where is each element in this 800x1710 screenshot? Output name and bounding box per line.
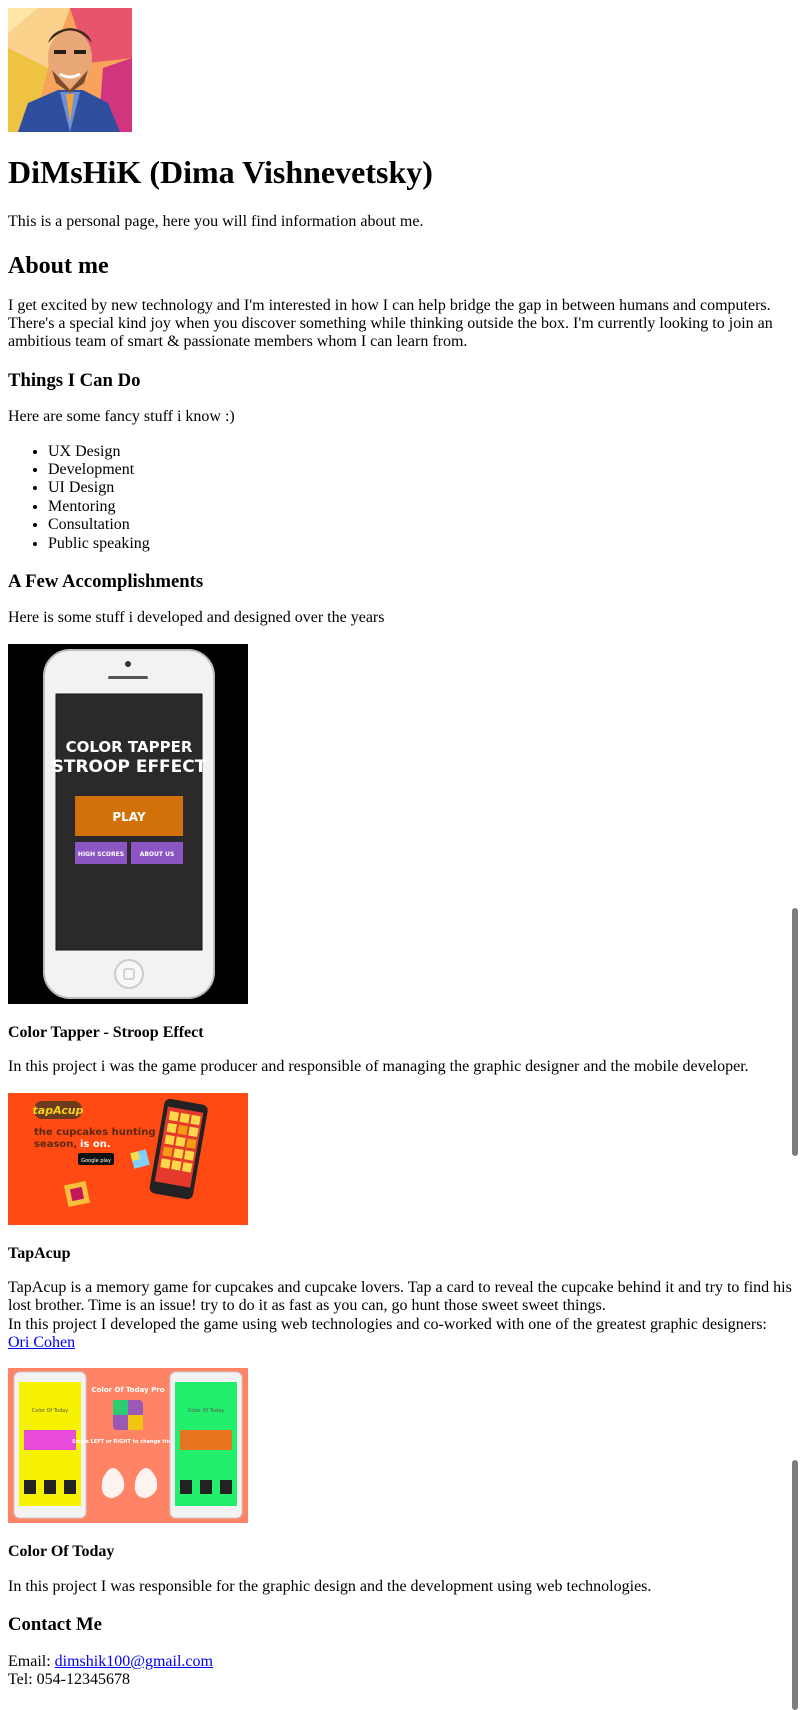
tapacup-logo: tapAcup bbox=[33, 1104, 84, 1117]
profile-avatar bbox=[8, 8, 132, 132]
tapper-highscores-label: HIGH SCORES bbox=[78, 851, 124, 858]
tapper-about-label: ABOUT US bbox=[140, 851, 175, 858]
project-description: In this project i was the game producer … bbox=[8, 1058, 749, 1076]
color-of-today-image: Color Of Today Color Of Today Pro Swipe … bbox=[8, 1368, 248, 1524]
contact-heading: Contact Me bbox=[8, 1614, 102, 1636]
ori-cohen-link[interactable]: Ori Cohen bbox=[8, 1334, 75, 1351]
color-of-today-title: Color Of Today Pro bbox=[91, 1386, 164, 1394]
project-title: TapAcup bbox=[8, 1244, 71, 1262]
tapper-title-line2: STROOP EFFECT bbox=[52, 757, 207, 777]
phone-number: Tel: 054-12345678 bbox=[8, 1671, 130, 1689]
email-link[interactable]: dimshik100@gmail.com bbox=[55, 1653, 213, 1670]
project-title: Color Of Today bbox=[8, 1543, 115, 1561]
phone-label-right: Color Of Today bbox=[188, 1408, 224, 1414]
intro-text: This is a personal page, here you will f… bbox=[8, 213, 424, 231]
tapper-title-line1: COLOR TAPPER bbox=[66, 738, 193, 756]
list-item: Mentoring bbox=[48, 498, 792, 516]
list-item: Public speaking bbox=[48, 535, 792, 553]
google-play-badge: Google play bbox=[81, 1158, 111, 1164]
page: DiMsHiK (Dima Vishnevetsky) This is a pe… bbox=[8, 8, 792, 1689]
page-title: DiMsHiK (Dima Vishnevetsky) bbox=[8, 154, 433, 190]
list-item: UI Design bbox=[48, 479, 792, 497]
about-heading: About me bbox=[8, 252, 109, 279]
project-title: Color Tapper - Stroop Effect bbox=[8, 1023, 204, 1041]
accomplishments-intro: Here is some stuff i developed and desig… bbox=[8, 609, 385, 627]
project-description: TapAcup is a memory game for cupcakes an… bbox=[8, 1279, 792, 1353]
tapacup-image: tapAcup the cupcakes hunting season, is … bbox=[8, 1092, 248, 1225]
list-item: UX Design bbox=[48, 443, 792, 461]
color-tapper-image: COLOR TAPPER STROOP EFFECT PLAY HIGH SCO… bbox=[8, 643, 248, 1004]
list-item: Development bbox=[48, 461, 792, 479]
scrollbar-thumb-upper[interactable] bbox=[792, 908, 798, 1156]
tapper-play-label: PLAY bbox=[112, 810, 146, 824]
project-description-line1: TapAcup is a memory game for cupcakes an… bbox=[8, 1278, 792, 1315]
about-text: I get excited by new technology and I'm … bbox=[8, 296, 773, 351]
skills-heading: Things I Can Do bbox=[8, 369, 141, 391]
email-label: Email: bbox=[8, 1652, 55, 1670]
accomplishments-heading: A Few Accomplishments bbox=[8, 570, 204, 592]
phone-label-left: Color Of Today bbox=[32, 1408, 68, 1414]
skills-list: UX Design Development UI Design Mentorin… bbox=[8, 443, 792, 553]
tapacup-tagline-1: the cupcakes hunting bbox=[34, 1127, 155, 1138]
project-description-line2: In this project I developed the game usi… bbox=[8, 1315, 767, 1333]
contact-info: Email: dimshik100@gmail.com Tel: 054-123… bbox=[8, 1653, 792, 1690]
tapacup-tagline-2: season, bbox=[34, 1139, 77, 1150]
color-of-today-hint: Swipe LEFT or RIGHT to change the Day bbox=[72, 1439, 185, 1445]
scrollbar-thumb-lower[interactable] bbox=[792, 1460, 798, 1710]
skills-intro: Here are some fancy stuff i know :) bbox=[8, 408, 235, 426]
tapacup-tagline-3: is on. bbox=[80, 1139, 111, 1150]
list-item: Consultation bbox=[48, 516, 792, 534]
project-description: In this project I was responsible for th… bbox=[8, 1577, 652, 1595]
